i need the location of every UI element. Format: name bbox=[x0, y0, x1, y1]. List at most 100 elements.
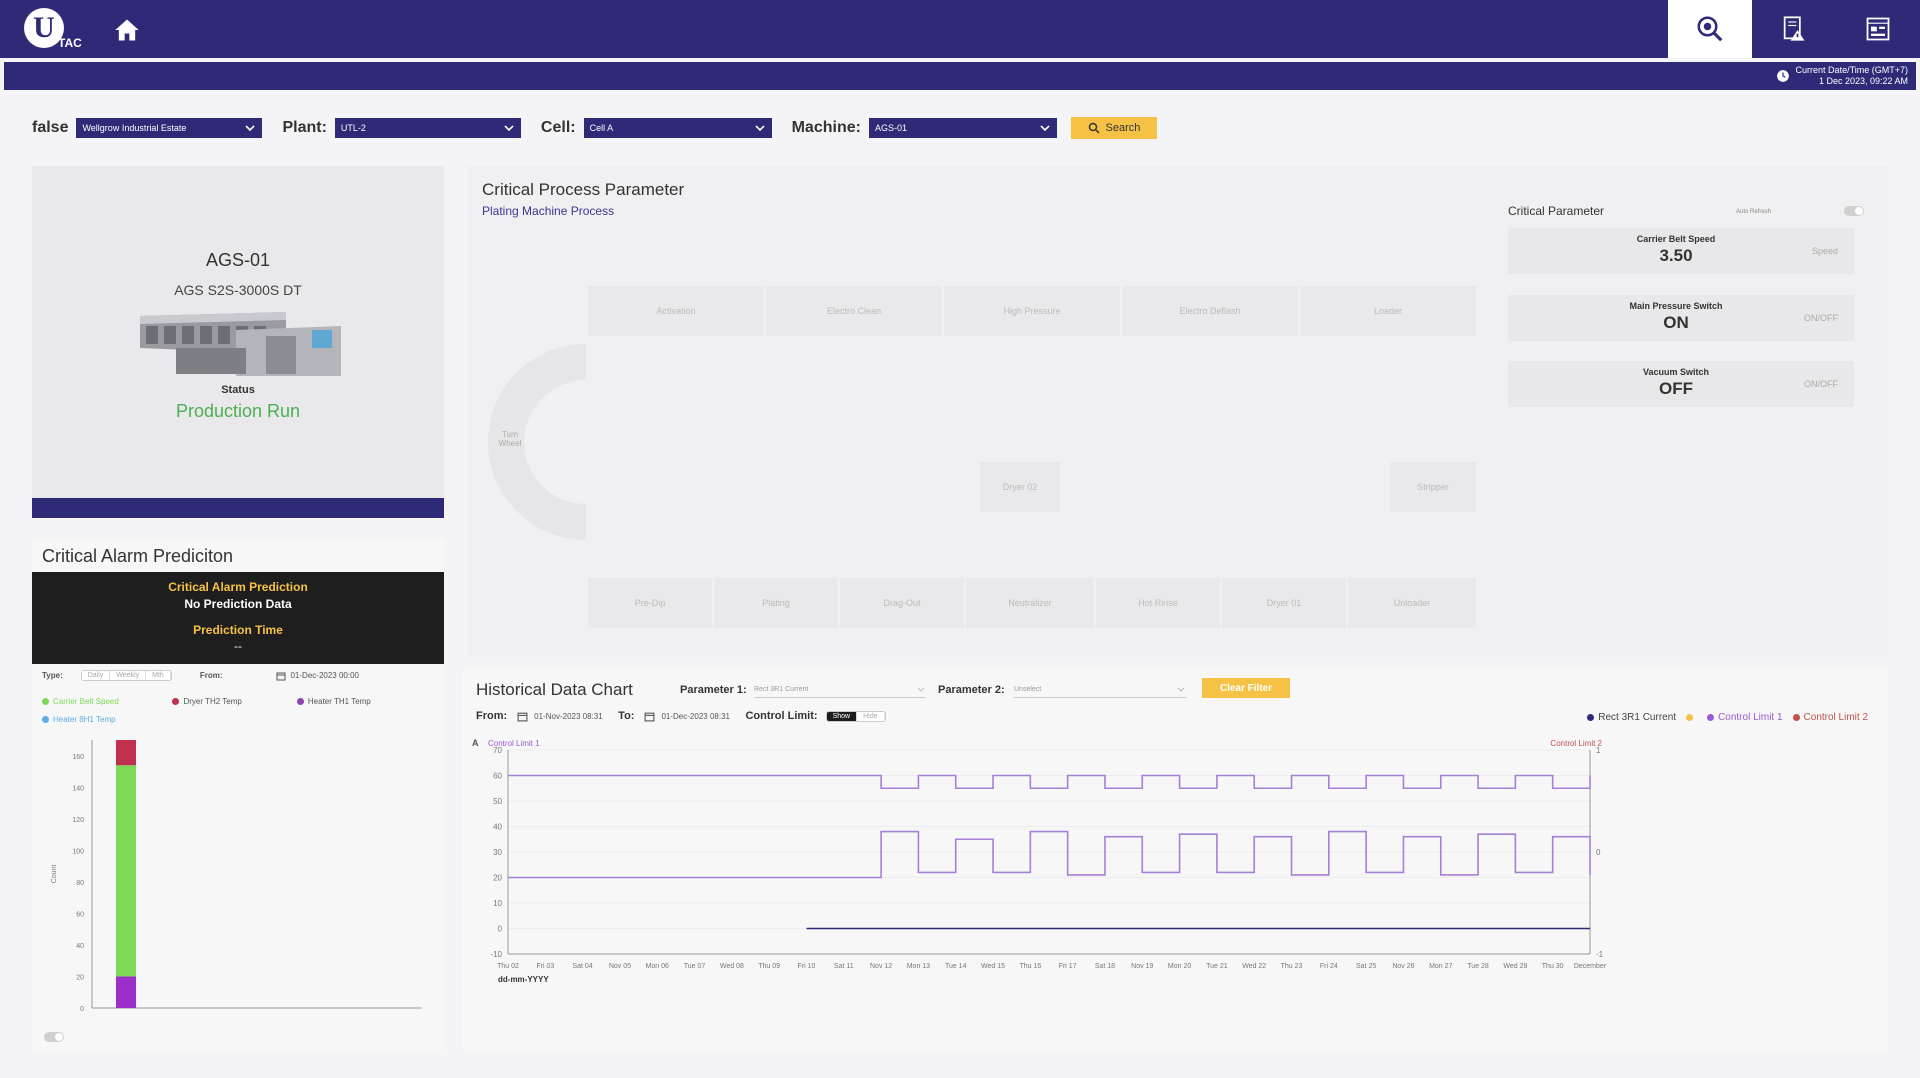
series-line bbox=[508, 774, 1591, 790]
stage-dryer-02[interactable]: Dryer 02 bbox=[980, 462, 1060, 512]
control-limit-hide[interactable]: Hide bbox=[857, 711, 885, 721]
critical-parameter-title: Critical Parameter bbox=[1508, 204, 1605, 218]
monitor-search-icon[interactable] bbox=[1668, 0, 1752, 58]
legend-item: Heater 8H1 Temp bbox=[42, 715, 116, 724]
status-label: Status bbox=[221, 384, 255, 396]
control-limit-show[interactable]: Show bbox=[826, 711, 858, 721]
calendar-icon[interactable] bbox=[276, 671, 286, 681]
estate-value: Wellgrow Industrial Estate bbox=[82, 123, 187, 133]
x-tick-label: Fri 24 bbox=[1320, 963, 1338, 970]
estate-select[interactable]: Wellgrow Industrial Estate bbox=[76, 118, 263, 138]
prediction-time-label: Prediction Time bbox=[193, 623, 283, 637]
clear-filter-button[interactable]: Clear Filter bbox=[1202, 678, 1290, 698]
to-value[interactable]: 01-Dec-2023 08:31 bbox=[661, 712, 745, 721]
search-button[interactable]: Search bbox=[1070, 117, 1157, 139]
x-tick-label: Nov 19 bbox=[1131, 963, 1153, 970]
machine-status: Production Run bbox=[175, 401, 301, 421]
chevron-down-icon bbox=[917, 687, 925, 692]
stage-dryer-01[interactable]: Dryer 01 bbox=[1222, 578, 1346, 628]
chevron-down-icon bbox=[504, 125, 514, 132]
param1-select[interactable]: Rect 3R1 Current bbox=[754, 682, 926, 698]
historical-legend: Rect 3R1 Current Control Limit 1 Control… bbox=[1577, 712, 1868, 723]
x-tick-label: Thu 09 bbox=[758, 963, 780, 970]
stage-unloader[interactable]: Unloader bbox=[1348, 578, 1476, 628]
type-daily[interactable]: Daily bbox=[81, 671, 111, 680]
chevron-down-icon bbox=[245, 125, 256, 132]
cell-label: Cell: bbox=[540, 119, 576, 136]
param1-label: Parameter 1: bbox=[680, 684, 747, 696]
y-tick-label: 100 bbox=[72, 848, 84, 855]
stage-stripper[interactable]: Stripper bbox=[1390, 462, 1476, 512]
stage-drag-out[interactable]: Drag-Out bbox=[840, 578, 964, 628]
type-weekly[interactable]: Weekly bbox=[110, 671, 147, 680]
axis-note: A bbox=[472, 738, 479, 748]
chevron-down-icon bbox=[1177, 687, 1185, 692]
plant-label: Plant: bbox=[282, 119, 327, 136]
legend-item: Heater TH1 Temp bbox=[296, 697, 371, 706]
stage-loader[interactable]: Loader bbox=[1300, 286, 1476, 336]
y-tick-label: 0 bbox=[80, 1006, 84, 1013]
stage-hot-rinse[interactable]: Hot Rinse bbox=[1096, 578, 1220, 628]
estate-label: false bbox=[32, 119, 69, 136]
search-icon bbox=[1088, 122, 1100, 134]
machine-value: AGS-01 bbox=[874, 123, 907, 133]
param2-select[interactable]: Unselect bbox=[1014, 682, 1186, 698]
stage-electro-deflash[interactable]: Electro Deflash bbox=[1122, 286, 1298, 336]
to-label: To: bbox=[618, 710, 635, 722]
x-tick-label: Mon 06 bbox=[646, 963, 669, 970]
y-tick-label: 30 bbox=[493, 848, 502, 857]
y-tick-label: 80 bbox=[76, 880, 84, 887]
legend-label: Rect 3R1 Current bbox=[1598, 712, 1677, 723]
bar-segment bbox=[116, 976, 136, 1008]
y-tick-label: 0 bbox=[498, 925, 503, 934]
param1-value: Rect 3R1 Current bbox=[754, 686, 809, 693]
y-tick-label: 70 bbox=[493, 746, 502, 755]
stage-electro-clean[interactable]: Electro Clean bbox=[766, 286, 942, 336]
y-tick-label: 160 bbox=[72, 754, 84, 761]
stage-neutralizer[interactable]: Neutralizer bbox=[966, 578, 1094, 628]
x-tick-label: Thu 30 bbox=[1542, 963, 1564, 970]
calendar-icon[interactable] bbox=[644, 711, 655, 722]
x-format-label: dd-mm-YYYY bbox=[498, 975, 549, 984]
stage-plating[interactable]: Plating bbox=[714, 578, 838, 628]
stage-pre-dip[interactable]: Pre-Dip bbox=[588, 578, 712, 628]
machine-select[interactable]: AGS-01 bbox=[868, 118, 1057, 138]
param-value: 3.50 bbox=[1659, 246, 1693, 265]
type-label: Type: bbox=[42, 671, 63, 680]
alarm-legend: Carrier Belt Speed Dryer TH2 Temp Heater… bbox=[42, 692, 442, 728]
x-tick-label: Wed 15 bbox=[981, 963, 1005, 970]
datetime-label: Current Date/Time (GMT+7) bbox=[1795, 65, 1908, 75]
param-name: Main Pressure Switch bbox=[1629, 301, 1723, 311]
param2-label: Parameter 2: bbox=[938, 684, 1005, 696]
legend-item: Carrier Belt Speed bbox=[42, 697, 168, 706]
y-tick-label: 120 bbox=[72, 817, 84, 824]
x-tick-label: Tue 07 bbox=[684, 963, 706, 970]
utac-logo[interactable]: U TAC bbox=[22, 6, 92, 54]
legend-item: Control Limit 1 bbox=[1707, 712, 1783, 723]
legend-item: Rect 3R1 Current bbox=[1587, 712, 1676, 723]
series-line bbox=[508, 830, 1591, 879]
dashboard-icon[interactable] bbox=[1836, 0, 1920, 58]
x-tick-label: Mon 20 bbox=[1168, 963, 1191, 970]
stage-high-pressure[interactable]: High Pressure bbox=[944, 286, 1120, 336]
alarm-toggle[interactable] bbox=[44, 1032, 64, 1042]
filter-bar: false Wellgrow Industrial Estate Plant: … bbox=[32, 116, 1157, 140]
right-tick-label: 0 bbox=[1596, 848, 1601, 857]
stage-activation[interactable]: Activation bbox=[588, 286, 764, 336]
cell-select[interactable]: Cell A bbox=[583, 118, 772, 138]
from-value[interactable]: 01-Dec-2023 00:00 bbox=[290, 671, 359, 680]
calendar-icon[interactable] bbox=[517, 711, 528, 722]
y-tick-label: 50 bbox=[493, 797, 502, 806]
plant-select[interactable]: UTL-2 bbox=[334, 118, 521, 138]
home-icon[interactable] bbox=[112, 16, 142, 44]
cell-value: Cell A bbox=[589, 123, 614, 133]
right-axis-tag: Control Limit 2 bbox=[1550, 739, 1602, 748]
from-value[interactable]: 01-Nov-2023 08:31 bbox=[534, 712, 618, 721]
auto-refresh-toggle[interactable] bbox=[1844, 206, 1864, 216]
alarm-report-icon[interactable] bbox=[1752, 0, 1836, 58]
machine-panel: AGS-01 AGS S2S-3000S DT Status Productio… bbox=[32, 166, 444, 518]
x-tick-label: Thu 02 bbox=[497, 963, 519, 970]
type-month[interactable]: Mth bbox=[146, 671, 171, 680]
turn-wheel-label: Turn Wheel bbox=[498, 430, 522, 448]
from-label: From: bbox=[199, 671, 223, 680]
